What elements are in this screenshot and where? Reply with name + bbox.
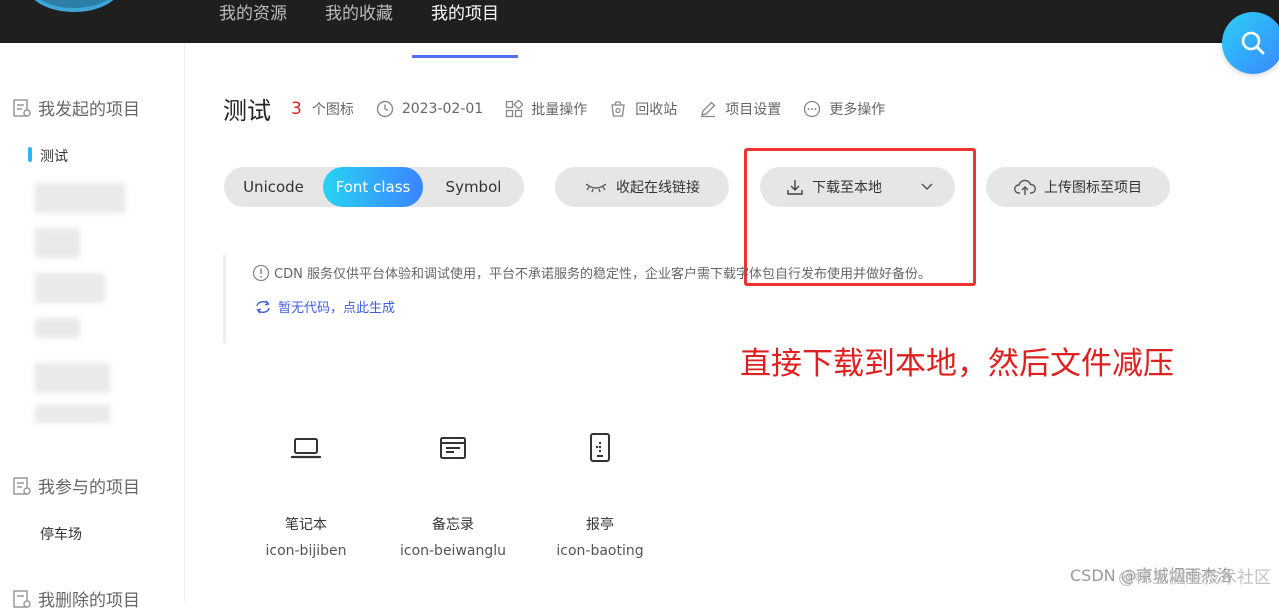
sidebar-group-deleted[interactable]: 我删除的项目 [12, 586, 140, 611]
logo[interactable] [28, 0, 120, 12]
sidebar-group-label: 我发起的项目 [38, 100, 140, 120]
icon-card-baoting[interactable]: 报亭 icon-baoting [525, 428, 675, 559]
icon-code: icon-beiwanglu [399, 543, 507, 559]
recycle-bin-label: 回收站 [635, 101, 678, 118]
sidebar: 我发起的项目 测试 我参与的项目 停车场 我删除的项目 [0, 43, 185, 611]
icon-card-beiwanglu[interactable]: 备忘录 icon-beiwanglu [378, 428, 528, 559]
project-list-icon [13, 98, 31, 117]
generate-code-label: 暂无代码，点此生成 [278, 301, 396, 316]
juejin-watermark: @稀土掘金技术社区 [1118, 568, 1271, 588]
icon-name: 备忘录 [432, 517, 474, 533]
generate-code-link[interactable]: 暂无代码，点此生成 [254, 297, 395, 316]
info-icon [252, 264, 270, 281]
icon-count: 3 [291, 98, 302, 119]
blurred-item [35, 405, 110, 423]
tab-font-class[interactable]: Font class [323, 167, 423, 207]
annotation-text: 直接下载到本地，然后文件减压 [740, 346, 1174, 382]
nav-my-favorites[interactable]: 我的收藏 [306, 0, 412, 43]
recycle-bin-button[interactable]: 回收站 [609, 99, 677, 119]
notice-line: CDN 服务仅供平台体验和调试使用，平台不承诺服务的稳定性，企业客户需下载字体包… [252, 263, 931, 282]
memo-icon [440, 437, 466, 459]
kiosk-icon [590, 433, 610, 462]
icon-code: icon-bijiben [265, 543, 347, 559]
icon-card-bijiben[interactable]: 笔记本 icon-bijiben [231, 428, 381, 559]
project-settings-button[interactable]: 项目设置 [699, 99, 781, 119]
sidebar-item-test[interactable]: 测试 [40, 146, 68, 166]
eye-closed-icon [585, 183, 607, 193]
grid-icon [506, 99, 524, 117]
icon-name: 报亭 [586, 517, 614, 533]
icon-name: 笔记本 [285, 517, 327, 533]
trash-icon [611, 100, 625, 117]
top-navigation-bar: 我的资源 我的收藏 我的项目 [0, 0, 1279, 58]
more-actions-label: 更多操作 [829, 101, 886, 118]
collapse-online-link-button[interactable]: 收起在线链接 [555, 167, 729, 207]
blurred-item [35, 183, 125, 213]
blurred-item [35, 273, 105, 303]
laptop-icon [291, 438, 321, 459]
project-list-icon [13, 476, 31, 495]
nav-my-resources[interactable]: 我的资源 [200, 0, 306, 43]
tab-unicode[interactable]: Unicode [224, 167, 323, 207]
page-title: 测试 [223, 97, 271, 125]
batch-operation-button[interactable]: 批量操作 [505, 99, 587, 119]
collapse-online-link-label: 收起在线链接 [616, 180, 700, 196]
sidebar-group-created[interactable]: 我发起的项目 [12, 95, 140, 120]
project-settings-label: 项目设置 [725, 101, 782, 118]
main-content: 测试 3 个图标 2023-02-01 批量操作 回收站 项目设置 更多操作 U… [185, 43, 1279, 602]
notice-text: CDN 服务仅供平台体验和调试使用，平台不承诺服务的稳定性，企业客户需下载字体包… [274, 267, 931, 282]
project-list-icon [13, 589, 31, 608]
sidebar-item-parking[interactable]: 停车场 [40, 524, 82, 544]
upload-label: 上传图标至项目 [1044, 180, 1142, 196]
clock-icon [376, 100, 394, 117]
code-type-tabs: Unicode Font class Symbol [224, 167, 524, 207]
cdn-notice: CDN 服务仅供平台体验和调试使用，平台不承诺服务的稳定性，企业客户需下载字体包… [223, 255, 1063, 343]
active-indicator [28, 147, 32, 162]
date-text: 2023-02-01 [401, 100, 484, 117]
blurred-item [35, 228, 80, 258]
more-icon [804, 100, 821, 117]
blurred-item [35, 318, 80, 338]
cloud-upload-icon [1014, 179, 1036, 195]
refresh-icon [256, 300, 270, 313]
sidebar-group-label: 我删除的项目 [38, 591, 140, 611]
pencil-icon [701, 101, 716, 117]
batch-operation-label: 批量操作 [531, 101, 588, 118]
more-actions-button[interactable]: 更多操作 [803, 99, 885, 119]
project-header: 测试 3 个图标 2023-02-01 批量操作 回收站 项目设置 更多操作 [223, 91, 907, 126]
blurred-item [35, 363, 110, 393]
sidebar-group-label: 我参与的项目 [38, 478, 140, 498]
top-nav: 我的资源 我的收藏 我的项目 [200, 0, 518, 58]
icon-count-unit: 个图标 [311, 101, 354, 118]
nav-my-projects[interactable]: 我的项目 [412, 0, 518, 58]
project-date: 2023-02-01 [376, 100, 483, 118]
sidebar-group-joined[interactable]: 我参与的项目 [12, 473, 140, 498]
icon-code: icon-baoting [556, 543, 644, 559]
tab-symbol[interactable]: Symbol [423, 167, 524, 207]
upload-icons-button[interactable]: 上传图标至项目 [986, 167, 1170, 207]
